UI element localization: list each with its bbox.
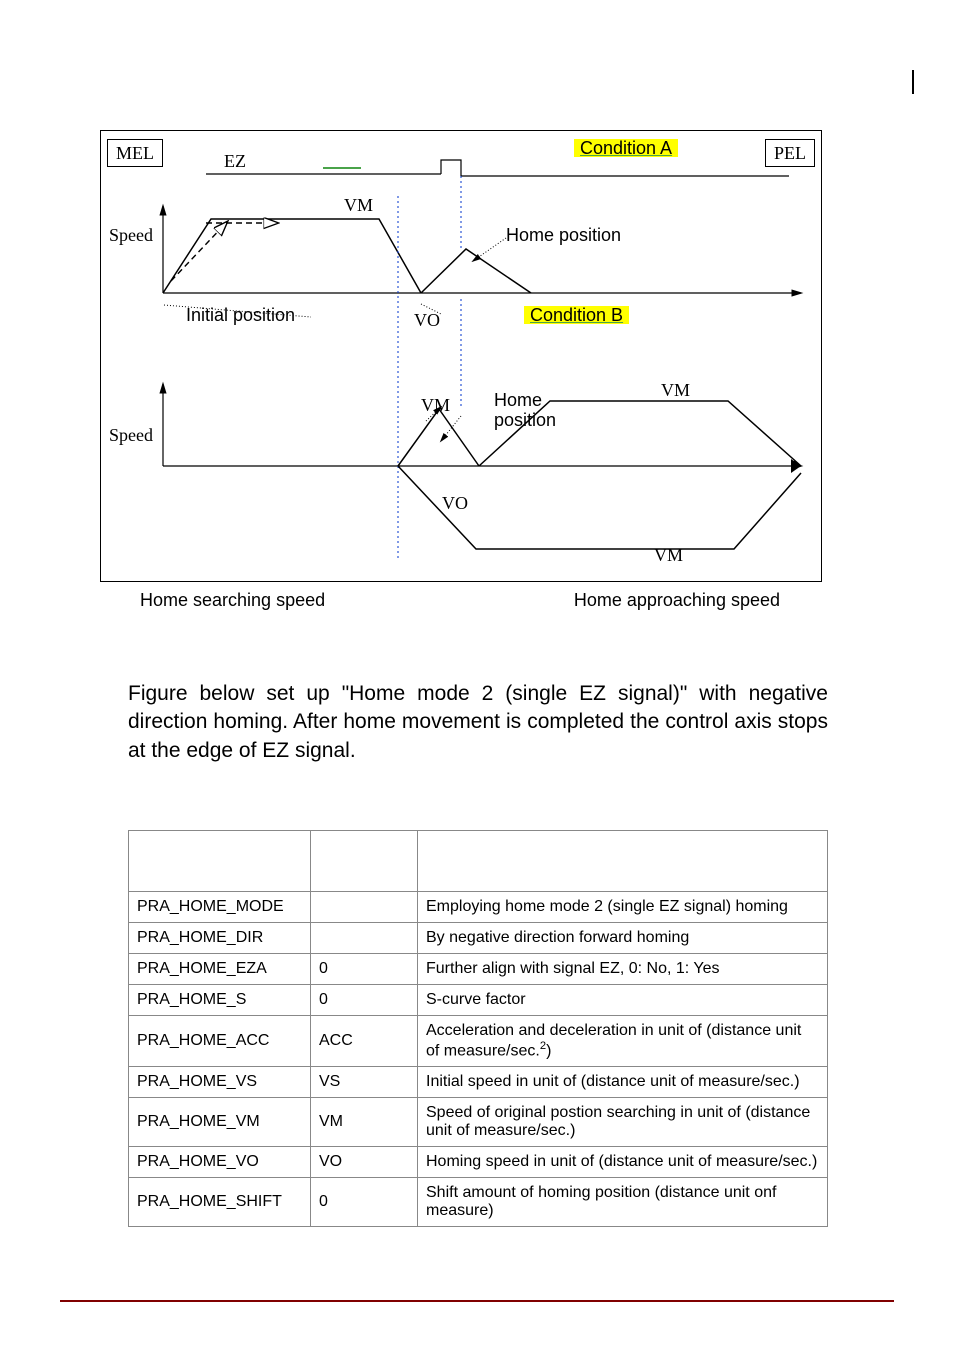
table-header [418,831,828,892]
param-name: PRA_HOME_SHIFT [129,1178,311,1227]
table-row: PRA_HOME_MODE Employing home mode 2 (sing… [129,892,828,923]
table-row: PRA_HOME_VOVOHoming speed in unit of (di… [129,1147,828,1178]
footer-rule [60,1300,894,1302]
caption-right: Home approaching speed [534,590,820,611]
table-row: PRA_HOME_SHIFT0Shift amount of homing po… [129,1178,828,1227]
table-row: PRA_HOME_VSVSInitial speed in unit of (d… [129,1067,828,1098]
param-name: PRA_HOME_ACC [129,1016,311,1067]
param-desc: Further align with signal EZ, 0: No, 1: … [418,954,828,985]
param-name: PRA_HOME_VO [129,1147,311,1178]
table-row: PRA_HOME_S0S-curve factor [129,985,828,1016]
table-row: PRA_HOME_ACCACCAcceleration and decelera… [129,1016,828,1067]
param-value: 0 [311,954,418,985]
param-desc: Speed of original postion searching in u… [418,1098,828,1147]
text-cursor [912,70,914,94]
param-value [311,892,418,923]
diagram-captions: Home searching speed Home approaching sp… [100,590,820,611]
param-value: 0 [311,1178,418,1227]
table-row: PRA_HOME_EZA0Further align with signal E… [129,954,828,985]
param-name: PRA_HOME_S [129,985,311,1016]
param-desc: Initial speed in unit of (distance unit … [418,1067,828,1098]
table-header [129,831,311,892]
param-desc: Homing speed in unit of (distance unit o… [418,1147,828,1178]
param-value: ACC [311,1016,418,1067]
param-desc: Shift amount of homing position (distanc… [418,1178,828,1227]
param-value: 0 [311,985,418,1016]
param-desc: Acceleration and deceleration in unit of… [418,1016,828,1067]
homing-diagram: MEL PEL EZ Condition A Condition B Speed… [100,130,822,582]
document-page: MEL PEL EZ Condition A Condition B Speed… [0,0,954,1352]
table-header [311,831,418,892]
paragraph: Figure below set up "Home mode 2 (single… [128,680,828,765]
diagram-svg [101,131,821,581]
caption-left: Home searching speed [100,590,365,611]
param-desc: Employing home mode 2 (single EZ signal)… [418,892,828,923]
param-name: PRA_HOME_EZA [129,954,311,985]
param-name: PRA_HOME_DIR [129,923,311,954]
param-value [311,923,418,954]
param-name: PRA_HOME_VM [129,1098,311,1147]
param-value: VO [311,1147,418,1178]
param-desc: S-curve factor [418,985,828,1016]
param-value: VM [311,1098,418,1147]
param-value: VS [311,1067,418,1098]
table-row: PRA_HOME_VMVMSpeed of original postion s… [129,1098,828,1147]
parameter-table: PRA_HOME_MODE Employing home mode 2 (sing… [128,830,828,1227]
param-desc: By negative direction forward homing [418,923,828,954]
table-row: PRA_HOME_DIR By negative direction forwar… [129,923,828,954]
param-name: PRA_HOME_MODE [129,892,311,923]
param-name: PRA_HOME_VS [129,1067,311,1098]
